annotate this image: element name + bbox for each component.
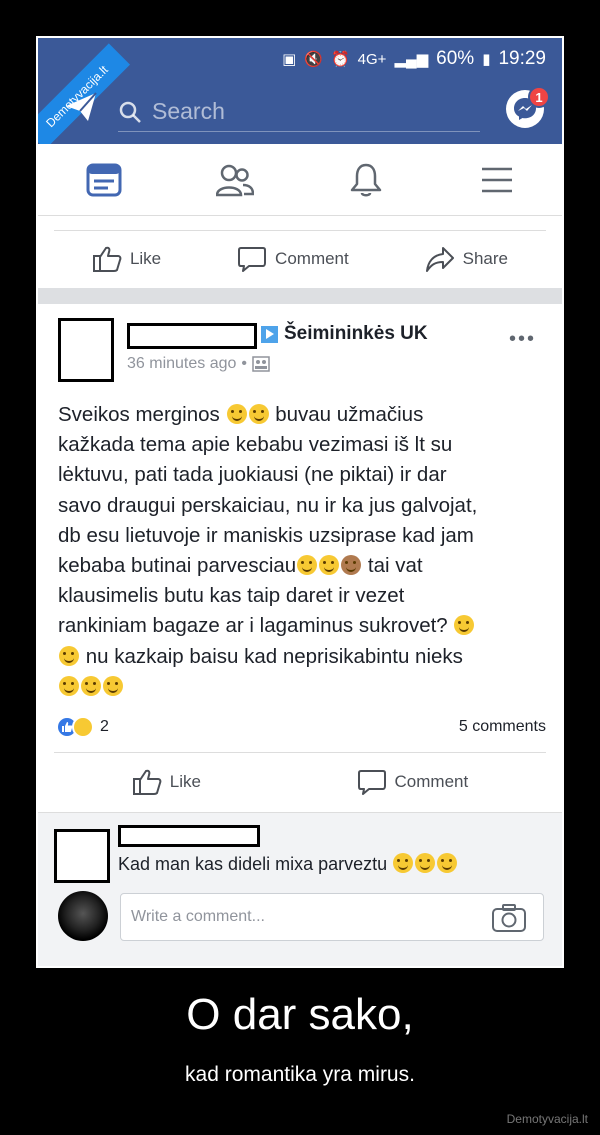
post-text-line: lėktuvu, pati tada juokiausi (ne piktai)… — [58, 463, 447, 487]
previous-post-actions: Like Comment Share — [54, 230, 546, 286]
laughing-emoji-icon — [81, 675, 101, 696]
laughing-emoji-icon — [437, 853, 458, 873]
post-text-line: Sveikos merginos — [58, 403, 220, 426]
post-text-line: db esu lietuvoje ir maniskis uzsiprase k… — [58, 523, 474, 547]
navigation-bar — [38, 144, 562, 216]
search-placeholder: Search — [152, 98, 225, 124]
wink-emoji-icon — [226, 404, 247, 424]
tab-notifications[interactable] — [300, 144, 431, 215]
post-text-line: kažkada tema apie kebabu vezimasi iš lt … — [58, 433, 453, 457]
battery-icon: ▮ — [482, 51, 491, 68]
post-text-line: tai vat — [367, 554, 423, 578]
caption-subtitle: kad romantika yra mirus. — [185, 1063, 415, 1086]
thumbs-up-icon — [132, 769, 162, 795]
facebook-header: Demotyvacija.lt ▣ 🔇 ⏰ 4G+ ▂▄▆ 60% ▮ 19:2… — [38, 38, 562, 150]
feed-separator — [38, 288, 562, 304]
laughing-emoji-icon — [415, 853, 436, 873]
reactions-row: 2 5 comments — [56, 712, 546, 742]
page-name: Šeimininkės UK — [284, 323, 428, 344]
laughing-emoji-icon — [319, 555, 340, 576]
comment-text: Kad man kas dideli mixa parveztu — [118, 853, 458, 875]
search-input[interactable]: Search — [118, 92, 480, 132]
redacted-commenter-avatar[interactable] — [54, 829, 110, 883]
thumbs-up-icon — [92, 246, 122, 272]
tab-news-feed[interactable] — [38, 144, 169, 215]
camera-icon[interactable] — [491, 903, 527, 933]
redacted-avatar[interactable] — [58, 318, 114, 382]
site-watermark: Demotyvacija.lt — [506, 1112, 588, 1126]
mute-icon: 🔇 — [304, 51, 323, 68]
post-text-line: savo draugui perskaiciau, nu ir ka jus g… — [58, 493, 478, 517]
redacted-commenter-name[interactable] — [118, 825, 260, 847]
signal-icon: ▂▄▆ — [394, 51, 429, 68]
clock: 19:29 — [498, 48, 546, 69]
sweat-smile-emoji-icon — [297, 555, 318, 576]
comment-icon — [238, 246, 267, 272]
group-audience-icon — [252, 356, 270, 372]
comment-label: Comment — [275, 248, 349, 268]
news-feed-icon — [86, 163, 121, 196]
play-arrow-icon — [261, 325, 278, 343]
post-text-line: kebaba butinai parvesciau — [58, 554, 297, 578]
flushed-emoji-icon — [59, 675, 79, 696]
shared-page[interactable]: Šeimininkės UK — [261, 323, 428, 345]
comments-count-link[interactable]: 5 comments — [459, 718, 546, 736]
like-label: Like — [129, 248, 162, 268]
post-actions: Like Comment — [54, 752, 546, 810]
like-label: Like — [169, 771, 201, 791]
status-bar: ▣ 🔇 ⏰ 4G+ ▂▄▆ 60% ▮ 19:29 — [282, 46, 546, 72]
share-icon — [425, 246, 454, 272]
post-time[interactable]: 36 minutes ago — [127, 355, 236, 373]
haha-reaction-icon[interactable] — [72, 716, 94, 738]
hugging-emoji-icon — [248, 404, 269, 424]
post-text-line: klausimelis butu kas taip daret ir vezet — [58, 584, 405, 608]
more-options-button[interactable]: ••• — [509, 328, 536, 351]
bell-icon — [350, 163, 381, 196]
post-body: Sveikos merginos buvau užmačius kažkada … — [58, 400, 544, 702]
current-user-avatar[interactable] — [58, 891, 108, 941]
grinning-emoji-icon — [393, 853, 414, 873]
friends-icon — [215, 164, 254, 196]
paper-plane-icon — [66, 92, 97, 121]
network-type: 4G+ — [357, 50, 387, 68]
thinking-emoji-icon — [454, 615, 475, 636]
share-button[interactable]: Share — [425, 245, 508, 273]
battery-saver-icon: ▣ — [282, 51, 297, 68]
comments-section: Kad man kas dideli mixa parveztu Write a… — [38, 812, 562, 966]
share-label: Share — [462, 248, 509, 268]
post-text-line: buvau užmačius — [275, 403, 424, 426]
dot-separator: • — [241, 355, 248, 372]
reaction-count[interactable]: 2 — [100, 718, 109, 736]
hamburger-menu-icon — [481, 167, 512, 192]
comment-label: Comment — [394, 771, 469, 791]
caption-title: O dar sako, — [186, 990, 414, 1039]
like-button[interactable]: Like — [132, 768, 201, 796]
laughing-emoji-icon — [59, 645, 79, 666]
comment-button[interactable]: Comment — [357, 768, 469, 796]
alarm-icon: ⏰ — [330, 51, 350, 68]
laughing-emoji-icon — [103, 675, 123, 696]
see-no-evil-monkey-emoji-icon — [341, 555, 362, 576]
redacted-author-name[interactable] — [127, 323, 257, 349]
comment-body: Kad man kas dideli mixa parveztu — [118, 854, 388, 874]
like-button[interactable]: Like — [92, 245, 161, 273]
tab-friends[interactable] — [169, 144, 300, 215]
write-comment-input[interactable]: Write a comment... — [120, 893, 544, 941]
battery-percent: 60% — [436, 48, 475, 69]
notification-badge: 1 — [528, 86, 550, 108]
search-icon — [119, 101, 141, 123]
tab-menu[interactable] — [431, 144, 562, 215]
phone-screenshot: Demotyvacija.lt ▣ 🔇 ⏰ 4G+ ▂▄▆ 60% ▮ 19:2… — [36, 36, 564, 968]
post-meta: 36 minutes ago • — [127, 355, 270, 373]
comment-button[interactable]: Comment — [237, 245, 349, 273]
post-header: Šeimininkės UK 36 minutes ago • ••• — [38, 306, 562, 398]
comment-icon — [357, 769, 386, 795]
post-text-line: nu kazkaip baisu kad neprisikabintu niek… — [85, 644, 463, 668]
post-text-line: rankiniam bagaze ar i lagaminus sukrovet… — [58, 614, 448, 638]
write-comment-placeholder: Write a comment... — [131, 908, 265, 925]
